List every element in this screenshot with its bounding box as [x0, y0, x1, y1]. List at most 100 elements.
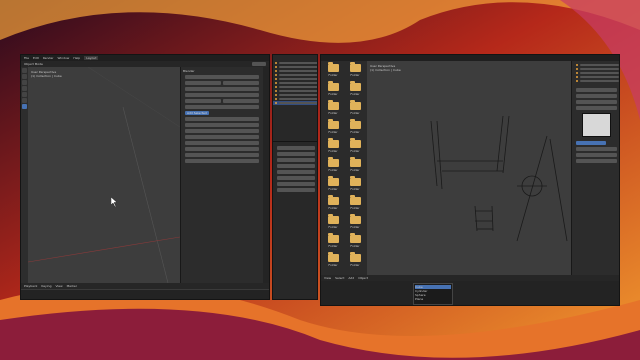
sidebar-field-10[interactable] [185, 122, 259, 127]
sidebar-field-6[interactable] [185, 98, 221, 103]
prop-field[interactable] [277, 187, 315, 192]
popup-item[interactable]: Plane [415, 297, 451, 301]
prop-field[interactable] [277, 175, 315, 180]
folder-item[interactable]: Folder [344, 176, 366, 194]
sidebar-field-9[interactable] [185, 116, 259, 121]
menu-add[interactable]: Add [348, 276, 354, 280]
folder-item[interactable]: Folder [322, 62, 344, 80]
3d-viewport[interactable]: User Perspective (1) Collection | Cube [28, 67, 180, 283]
folder-item[interactable]: Folder [344, 100, 366, 118]
folder-icon [349, 214, 361, 224]
folder-item[interactable]: Folder [344, 62, 366, 80]
folder-item[interactable]: Folder [322, 233, 344, 251]
menu-object[interactable]: Object [358, 276, 368, 280]
prop-field[interactable] [576, 93, 617, 98]
folder-item[interactable]: Folder [344, 233, 366, 251]
folder-item[interactable]: Folder [344, 119, 366, 137]
folder-item[interactable]: Folder [322, 138, 344, 156]
folder-item[interactable]: Folder [344, 252, 366, 270]
prop-field[interactable] [277, 157, 315, 162]
sidebar-field-1[interactable] [185, 74, 259, 79]
folder-item[interactable]: Folder [344, 195, 366, 213]
folder-item[interactable]: Folder [344, 81, 366, 99]
folder-item[interactable]: Folder [322, 195, 344, 213]
right-blender-window: Folder Folder Folder Folder Folder Folde… [320, 54, 620, 306]
shading-button[interactable] [252, 62, 266, 66]
timeline-menu-view[interactable]: View [55, 284, 62, 288]
folder-item[interactable]: Folder [322, 119, 344, 137]
properties-editor [571, 61, 619, 275]
sidebar-field-12[interactable] [185, 134, 259, 139]
folder-icon [327, 176, 339, 186]
sidebar-field-16[interactable] [185, 158, 259, 163]
sidebar-field-3[interactable] [223, 80, 259, 85]
select-tool-icon[interactable] [22, 68, 27, 73]
menu-help[interactable]: Help [73, 56, 80, 60]
folder-icon [349, 119, 361, 129]
dropdown-popup: Cube Cylinder Sphere Plane [413, 283, 453, 305]
sidebar-field-14[interactable] [185, 146, 259, 151]
viewport-grid [28, 67, 180, 283]
prop-blue-button[interactable] [576, 140, 606, 145]
prop-field[interactable] [576, 87, 617, 92]
add-selected-button[interactable]: Add Selected [185, 110, 209, 115]
outliner-item-selected[interactable] [273, 101, 317, 105]
prop-field[interactable] [277, 163, 315, 168]
sidebar-panel: Blender Add Selected [180, 67, 263, 283]
cursor-tool-icon[interactable] [22, 74, 27, 79]
folder-icon [327, 100, 339, 110]
sidebar-field-8[interactable] [185, 104, 259, 109]
prop-field[interactable] [576, 105, 617, 110]
transform-tool-icon[interactable] [22, 98, 27, 103]
prop-field[interactable] [277, 151, 315, 156]
folder-icon [349, 100, 361, 110]
menu-select[interactable]: Select [335, 276, 344, 280]
sidebar-field-11[interactable] [185, 128, 259, 133]
sidebar-field-4[interactable] [185, 86, 259, 91]
tab-layout[interactable]: Layout [84, 56, 99, 60]
prop-item[interactable] [574, 79, 619, 83]
menu-render[interactable]: Render [43, 56, 54, 60]
timeline-area[interactable] [21, 289, 269, 299]
folder-icon [327, 81, 339, 91]
folder-item[interactable]: Folder [322, 252, 344, 270]
menu-file[interactable]: File [24, 56, 29, 60]
folder-item[interactable]: Folder [344, 138, 366, 156]
scale-tool-icon[interactable] [22, 92, 27, 97]
3d-viewport-right[interactable]: User Perspective (1) Collection | Cube [367, 61, 571, 275]
prop-field[interactable] [576, 158, 617, 163]
timeline-menu-keying[interactable]: Keying [41, 284, 51, 288]
sidebar-field-13[interactable] [185, 140, 259, 145]
menu-window[interactable]: Window [58, 56, 70, 60]
properties-panel [273, 141, 317, 299]
folder-item[interactable]: Folder [322, 176, 344, 194]
sidebar-field-7[interactable] [223, 98, 259, 103]
sidebar-tabs[interactable] [263, 67, 269, 283]
prop-field[interactable] [277, 181, 315, 186]
prop-field[interactable] [576, 152, 617, 157]
rotate-tool-icon[interactable] [22, 86, 27, 91]
timeline-menu-playback[interactable]: Playback [24, 284, 37, 288]
annotate-tool-icon[interactable] [22, 104, 27, 109]
move-tool-icon[interactable] [22, 80, 27, 85]
mouse-cursor-icon [111, 197, 118, 207]
sidebar-field-5[interactable] [185, 92, 259, 97]
folder-item[interactable]: Folder [322, 157, 344, 175]
timeline-menu-marker[interactable]: Marker [67, 284, 77, 288]
folder-item[interactable]: Folder [322, 100, 344, 118]
folder-item[interactable]: Folder [322, 81, 344, 99]
sidebar-field-2[interactable] [185, 80, 221, 85]
menu-edit[interactable]: Edit [33, 56, 39, 60]
menu-view[interactable]: View [324, 276, 331, 280]
prop-field[interactable] [277, 145, 315, 150]
sidebar-field-15[interactable] [185, 152, 259, 157]
image-thumbnail[interactable] [582, 113, 611, 137]
prop-field[interactable] [576, 99, 617, 104]
folder-item[interactable]: Folder [344, 157, 366, 175]
prop-field[interactable] [576, 146, 617, 151]
folder-icon [349, 138, 361, 148]
folder-item[interactable]: Folder [322, 214, 344, 232]
prop-field[interactable] [277, 169, 315, 174]
mode-select[interactable]: Object Mode [24, 62, 43, 66]
folder-item[interactable]: Folder [344, 214, 366, 232]
